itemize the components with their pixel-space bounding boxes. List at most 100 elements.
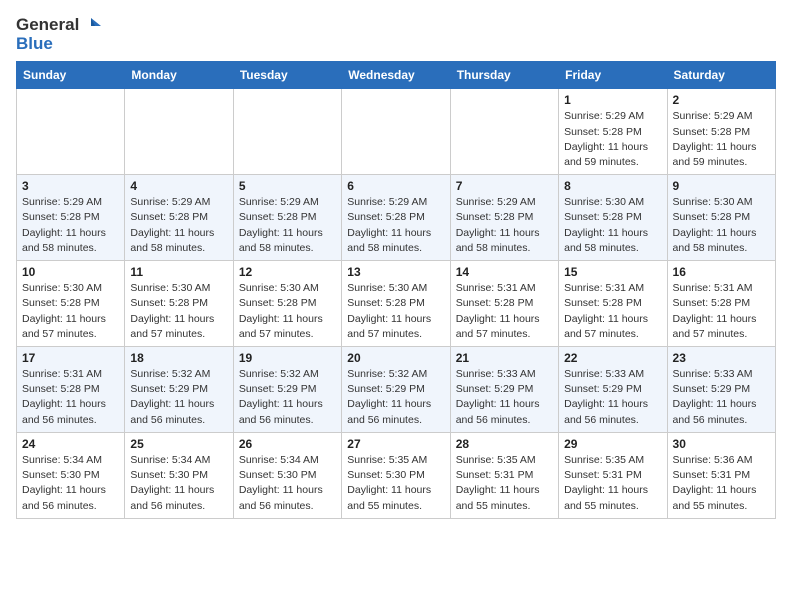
weekday-header-sunday: Sunday	[17, 62, 125, 89]
calendar-cell	[125, 89, 233, 175]
day-info: Sunrise: 5:29 AMSunset: 5:28 PMDaylight:…	[347, 195, 444, 256]
day-info: Sunrise: 5:35 AMSunset: 5:31 PMDaylight:…	[564, 453, 661, 514]
day-info: Sunrise: 5:30 AMSunset: 5:28 PMDaylight:…	[564, 195, 661, 256]
calendar-cell: 5 Sunrise: 5:29 AMSunset: 5:28 PMDaylight…	[233, 175, 341, 261]
day-number: 28	[456, 437, 553, 451]
calendar-cell	[450, 89, 558, 175]
day-number: 12	[239, 265, 336, 279]
calendar-cell: 15 Sunrise: 5:31 AMSunset: 5:28 PMDayligh…	[559, 261, 667, 347]
calendar-cell	[233, 89, 341, 175]
calendar-cell: 7Sunrise: 5:29 AMSunset: 5:28 PMDaylight…	[450, 175, 558, 261]
calendar-cell: 25 Sunrise: 5:34 AMSunset: 5:30 PMDayligh…	[125, 432, 233, 518]
weekday-header-tuesday: Tuesday	[233, 62, 341, 89]
calendar-cell: 16Sunrise: 5:31 AMSunset: 5:28 PMDayligh…	[667, 261, 775, 347]
calendar-week-row: 1 Sunrise: 5:29 AMSunset: 5:28 PMDaylight…	[17, 89, 776, 175]
calendar-cell: 9 Sunrise: 5:30 AMSunset: 5:28 PMDaylight…	[667, 175, 775, 261]
day-info: Sunrise: 5:31 AMSunset: 5:28 PMDaylight:…	[564, 281, 661, 342]
calendar-cell: 10 Sunrise: 5:30 AMSunset: 5:28 PMDayligh…	[17, 261, 125, 347]
day-info: Sunrise: 5:30 AMSunset: 5:28 PMDaylight:…	[22, 281, 119, 342]
day-number: 9	[673, 179, 770, 193]
day-info: Sunrise: 5:29 AMSunset: 5:28 PMDaylight:…	[673, 109, 770, 170]
day-number: 13	[347, 265, 444, 279]
day-info: Sunrise: 5:30 AMSunset: 5:28 PMDaylight:…	[239, 281, 336, 342]
day-number: 11	[130, 265, 227, 279]
calendar-cell: 2 Sunrise: 5:29 AMSunset: 5:28 PMDaylight…	[667, 89, 775, 175]
day-info: Sunrise: 5:32 AMSunset: 5:29 PMDaylight:…	[130, 367, 227, 428]
weekday-header-thursday: Thursday	[450, 62, 558, 89]
day-number: 3	[22, 179, 119, 193]
day-info: Sunrise: 5:35 AMSunset: 5:30 PMDaylight:…	[347, 453, 444, 514]
logo-general: General	[16, 16, 79, 35]
calendar-week-row: 24 Sunrise: 5:34 AMSunset: 5:30 PMDayligh…	[17, 432, 776, 518]
calendar-cell: 4Sunrise: 5:29 AMSunset: 5:28 PMDaylight…	[125, 175, 233, 261]
day-number: 10	[22, 265, 119, 279]
calendar-cell: 13 Sunrise: 5:30 AMSunset: 5:28 PMDayligh…	[342, 261, 450, 347]
day-info: Sunrise: 5:34 AMSunset: 5:30 PMDaylight:…	[239, 453, 336, 514]
day-number: 4	[130, 179, 227, 193]
calendar-week-row: 17 Sunrise: 5:31 AMSunset: 5:28 PMDayligh…	[17, 347, 776, 433]
day-number: 21	[456, 351, 553, 365]
day-info: Sunrise: 5:33 AMSunset: 5:29 PMDaylight:…	[564, 367, 661, 428]
day-number: 8	[564, 179, 661, 193]
day-number: 14	[456, 265, 553, 279]
calendar-cell: 3 Sunrise: 5:29 AMSunset: 5:28 PMDaylight…	[17, 175, 125, 261]
calendar-header-row: SundayMondayTuesdayWednesdayThursdayFrid…	[17, 62, 776, 89]
day-info: Sunrise: 5:33 AMSunset: 5:29 PMDaylight:…	[456, 367, 553, 428]
day-number: 2	[673, 93, 770, 107]
calendar-cell: 6Sunrise: 5:29 AMSunset: 5:28 PMDaylight…	[342, 175, 450, 261]
day-number: 17	[22, 351, 119, 365]
logo: General Blue	[16, 16, 101, 53]
day-number: 29	[564, 437, 661, 451]
calendar-cell: 23 Sunrise: 5:33 AMSunset: 5:29 PMDayligh…	[667, 347, 775, 433]
day-number: 23	[673, 351, 770, 365]
calendar-cell: 28 Sunrise: 5:35 AMSunset: 5:31 PMDayligh…	[450, 432, 558, 518]
calendar-cell: 11 Sunrise: 5:30 AMSunset: 5:28 PMDayligh…	[125, 261, 233, 347]
day-info: Sunrise: 5:30 AMSunset: 5:28 PMDaylight:…	[130, 281, 227, 342]
calendar-cell: 20 Sunrise: 5:32 AMSunset: 5:29 PMDayligh…	[342, 347, 450, 433]
day-info: Sunrise: 5:36 AMSunset: 5:31 PMDaylight:…	[673, 453, 770, 514]
day-info: Sunrise: 5:29 AMSunset: 5:28 PMDaylight:…	[456, 195, 553, 256]
calendar-cell: 8 Sunrise: 5:30 AMSunset: 5:28 PMDaylight…	[559, 175, 667, 261]
calendar-cell: 30 Sunrise: 5:36 AMSunset: 5:31 PMDayligh…	[667, 432, 775, 518]
calendar-cell: 1 Sunrise: 5:29 AMSunset: 5:28 PMDaylight…	[559, 89, 667, 175]
calendar-table: SundayMondayTuesdayWednesdayThursdayFrid…	[16, 61, 776, 518]
calendar-cell: 27 Sunrise: 5:35 AMSunset: 5:30 PMDayligh…	[342, 432, 450, 518]
calendar-cell: 12 Sunrise: 5:30 AMSunset: 5:28 PMDayligh…	[233, 261, 341, 347]
day-info: Sunrise: 5:32 AMSunset: 5:29 PMDaylight:…	[347, 367, 444, 428]
logo-blue: Blue	[16, 35, 101, 54]
day-info: Sunrise: 5:31 AMSunset: 5:28 PMDaylight:…	[22, 367, 119, 428]
logo-bird-icon	[81, 16, 101, 34]
weekday-header-friday: Friday	[559, 62, 667, 89]
weekday-header-monday: Monday	[125, 62, 233, 89]
day-info: Sunrise: 5:29 AMSunset: 5:28 PMDaylight:…	[22, 195, 119, 256]
day-number: 22	[564, 351, 661, 365]
day-info: Sunrise: 5:30 AMSunset: 5:28 PMDaylight:…	[673, 195, 770, 256]
day-number: 20	[347, 351, 444, 365]
day-number: 5	[239, 179, 336, 193]
calendar-cell	[342, 89, 450, 175]
calendar-cell	[17, 89, 125, 175]
day-info: Sunrise: 5:31 AMSunset: 5:28 PMDaylight:…	[673, 281, 770, 342]
day-number: 26	[239, 437, 336, 451]
day-number: 15	[564, 265, 661, 279]
day-info: Sunrise: 5:35 AMSunset: 5:31 PMDaylight:…	[456, 453, 553, 514]
day-number: 1	[564, 93, 661, 107]
calendar-week-row: 10 Sunrise: 5:30 AMSunset: 5:28 PMDayligh…	[17, 261, 776, 347]
day-info: Sunrise: 5:29 AMSunset: 5:28 PMDaylight:…	[239, 195, 336, 256]
day-number: 30	[673, 437, 770, 451]
calendar-week-row: 3 Sunrise: 5:29 AMSunset: 5:28 PMDaylight…	[17, 175, 776, 261]
calendar-cell: 19Sunrise: 5:32 AMSunset: 5:29 PMDayligh…	[233, 347, 341, 433]
weekday-header-wednesday: Wednesday	[342, 62, 450, 89]
day-number: 24	[22, 437, 119, 451]
day-number: 18	[130, 351, 227, 365]
day-number: 27	[347, 437, 444, 451]
day-info: Sunrise: 5:34 AMSunset: 5:30 PMDaylight:…	[22, 453, 119, 514]
day-number: 25	[130, 437, 227, 451]
day-info: Sunrise: 5:30 AMSunset: 5:28 PMDaylight:…	[347, 281, 444, 342]
day-info: Sunrise: 5:34 AMSunset: 5:30 PMDaylight:…	[130, 453, 227, 514]
day-info: Sunrise: 5:33 AMSunset: 5:29 PMDaylight:…	[673, 367, 770, 428]
day-info: Sunrise: 5:29 AMSunset: 5:28 PMDaylight:…	[564, 109, 661, 170]
calendar-cell: 17 Sunrise: 5:31 AMSunset: 5:28 PMDayligh…	[17, 347, 125, 433]
calendar-cell: 24 Sunrise: 5:34 AMSunset: 5:30 PMDayligh…	[17, 432, 125, 518]
calendar-cell: 18 Sunrise: 5:32 AMSunset: 5:29 PMDayligh…	[125, 347, 233, 433]
